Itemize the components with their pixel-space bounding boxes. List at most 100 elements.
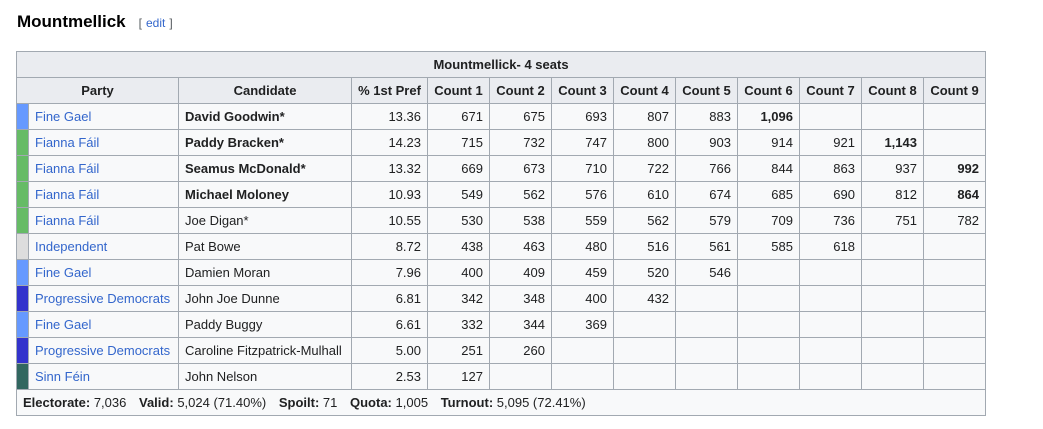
party-cell: Fine Gael: [28, 103, 179, 130]
count-cell: [737, 337, 800, 364]
count-cell: [737, 311, 800, 338]
count-cell: [489, 363, 552, 390]
count-cell: [551, 337, 614, 364]
spoilt-value: 71: [322, 395, 338, 410]
count-cell: [861, 285, 924, 312]
count-cell: 1,096: [737, 103, 800, 130]
party-link[interactable]: Fine Gael: [35, 109, 91, 124]
count-cell: 562: [489, 181, 552, 208]
count-cell: [613, 363, 676, 390]
count-cell: 903: [675, 129, 738, 156]
first-pref-cell: 6.81: [351, 285, 428, 312]
party-link[interactable]: Fianna Fáil: [35, 187, 99, 202]
count-cell: 709: [737, 207, 800, 234]
count-cell: [922, 129, 987, 156]
first-pref-cell: 5.00: [351, 337, 428, 364]
count-cell: 549: [427, 181, 490, 208]
table-row: Fianna Fáil Joe Digan* 10.55 530 538 559 562 57…: [16, 207, 987, 234]
count-cell: 520: [613, 259, 676, 286]
candidate-name: Pat Bowe: [178, 233, 352, 260]
count-cell: 369: [551, 311, 614, 338]
count-cell: [922, 259, 987, 286]
party-link[interactable]: Fianna Fáil: [35, 161, 99, 176]
first-pref-cell: 8.72: [351, 233, 428, 260]
party-cell: Fine Gael: [28, 311, 179, 338]
first-pref-cell: 2.53: [351, 363, 428, 390]
count-cell: [675, 285, 738, 312]
count-cell: [613, 337, 676, 364]
party-link[interactable]: Fine Gael: [35, 317, 91, 332]
count-cell: 579: [675, 207, 738, 234]
candidate-name: John Nelson: [178, 363, 352, 390]
party-color-swatch: [16, 129, 29, 156]
table-row: Progressive Democrats Caroline Fitzpatric…: [16, 337, 987, 364]
header-count-8: Count 8: [861, 77, 924, 104]
count-cell: [922, 337, 987, 364]
count-cell: 992: [922, 155, 987, 182]
table-row: Independent Pat Bowe 8.72 438 463 480 516 561 58…: [16, 233, 987, 260]
party-color-swatch: [16, 285, 29, 312]
count-cell: 432: [613, 285, 676, 312]
party-link[interactable]: Progressive Democrats: [35, 343, 170, 358]
party-cell: Fianna Fáil: [28, 129, 179, 156]
first-pref-cell: 7.96: [351, 259, 428, 286]
first-pref-cell: 10.55: [351, 207, 428, 234]
count-cell: 807: [613, 103, 676, 130]
party-link[interactable]: Independent: [35, 239, 107, 254]
count-cell: 559: [551, 207, 614, 234]
count-cell: 576: [551, 181, 614, 208]
count-cell: 127: [427, 363, 490, 390]
electorate-label: Electorate:: [23, 395, 91, 410]
count-cell: [737, 285, 800, 312]
footer-stats: Electorate: 7,036 Valid: 5,024 (71.40%) …: [15, 389, 987, 416]
count-cell: [922, 285, 987, 312]
count-cell: [861, 337, 924, 364]
candidate-name: Joe Digan*: [178, 207, 352, 234]
count-cell: [675, 363, 738, 390]
count-cell: 863: [799, 155, 862, 182]
count-cell: 400: [551, 285, 614, 312]
party-link[interactable]: Fianna Fáil: [35, 135, 99, 150]
count-cell: 400: [427, 259, 490, 286]
count-cell: 671: [427, 103, 490, 130]
count-cell: 675: [489, 103, 552, 130]
candidate-name: Seamus McDonald*: [178, 155, 352, 182]
party-color-swatch: [16, 181, 29, 208]
edit-link[interactable]: edit: [146, 16, 165, 30]
party-color-swatch: [16, 337, 29, 364]
count-cell: 751: [861, 207, 924, 234]
count-cell: 690: [799, 181, 862, 208]
count-cell: 693: [551, 103, 614, 130]
count-cell: 715: [427, 129, 490, 156]
table-row: Fine Gael Damien Moran 7.96 400 409 459 520 546: [16, 259, 987, 286]
table-caption: Mountmellick- 4 seats: [15, 51, 987, 78]
count-cell: 438: [427, 233, 490, 260]
candidate-name: Paddy Bracken*: [178, 129, 352, 156]
party-cell: Sinn Féin: [28, 363, 179, 390]
results-table: Mountmellick- 4 seats Party Candidate % …: [15, 51, 987, 416]
party-color-swatch: [16, 155, 29, 182]
count-cell: 812: [861, 181, 924, 208]
count-cell: 546: [675, 259, 738, 286]
header-count-6: Count 6: [737, 77, 800, 104]
header-count-9: Count 9: [922, 77, 987, 104]
count-cell: 480: [551, 233, 614, 260]
electorate-value: 7,036: [93, 395, 127, 410]
party-cell: Fianna Fáil: [28, 181, 179, 208]
count-cell: 348: [489, 285, 552, 312]
candidate-name: Michael Moloney: [178, 181, 352, 208]
candidate-name: Damien Moran: [178, 259, 352, 286]
party-link[interactable]: Fine Gael: [35, 265, 91, 280]
party-link[interactable]: Sinn Féin: [35, 369, 90, 384]
party-link[interactable]: Progressive Democrats: [35, 291, 170, 306]
table-body: Fine Gael David Goodwin* 13.36 671 675 693 807…: [16, 103, 987, 390]
count-cell: 736: [799, 207, 862, 234]
count-cell: [861, 311, 924, 338]
edit-bracket-close: ]: [169, 16, 173, 30]
count-cell: 722: [613, 155, 676, 182]
count-cell: 674: [675, 181, 738, 208]
count-cell: 459: [551, 259, 614, 286]
party-link[interactable]: Fianna Fáil: [35, 213, 99, 228]
count-cell: [613, 311, 676, 338]
count-cell: 914: [737, 129, 800, 156]
